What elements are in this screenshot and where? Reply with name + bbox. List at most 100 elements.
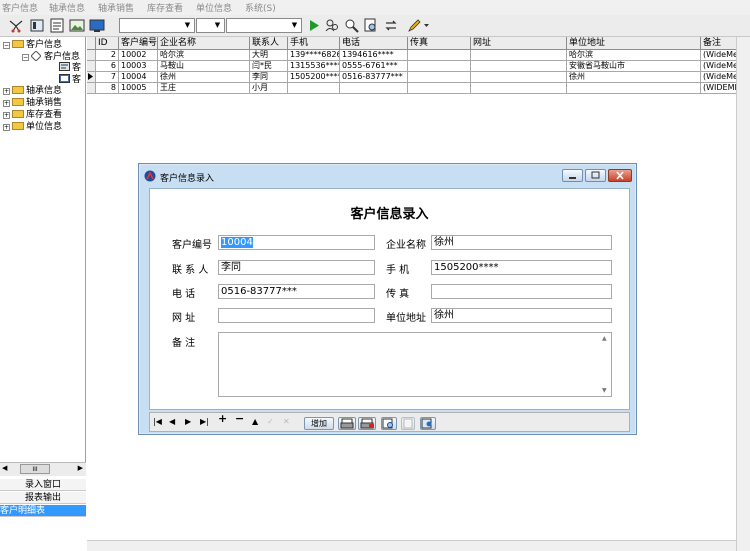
table-cell[interactable]: 1315536****	[288, 61, 340, 72]
mobile-input[interactable]: 1505200****	[431, 260, 612, 275]
tree-node-bearing[interactable]: + 轴承信息	[3, 86, 62, 96]
table-cell[interactable]	[408, 61, 471, 72]
cut-tool-icon[interactable]	[8, 18, 24, 33]
prev-record-icon[interactable]: ◀	[169, 417, 175, 427]
insert-record-icon[interactable]: +	[218, 413, 227, 424]
col-header-mobile[interactable]: 手机	[288, 37, 340, 50]
contact-input[interactable]: 李同	[218, 260, 375, 275]
table-cell[interactable]	[567, 83, 701, 94]
current-row-indicator[interactable]	[87, 72, 96, 83]
phone-input[interactable]: 0516-83777***	[218, 284, 375, 299]
table-cell[interactable]: 2	[96, 50, 119, 61]
menu-bearing[interactable]: 轴承信息	[49, 1, 85, 14]
memo-textarea[interactable]	[218, 332, 612, 397]
save-icon[interactable]	[49, 18, 65, 33]
table-cell[interactable]: 徐州	[567, 72, 701, 83]
col-header-web[interactable]: 网址	[471, 37, 567, 50]
table-cell[interactable]: 0516-83777***	[340, 72, 408, 83]
table-cell[interactable]	[288, 83, 340, 94]
table-cell[interactable]: 大明	[250, 50, 288, 61]
collapse-icon[interactable]: −	[3, 42, 10, 49]
next-record-icon[interactable]: ▶	[185, 417, 191, 427]
report-output-button[interactable]: 报表输出	[0, 492, 86, 504]
exit-button[interactable]	[420, 417, 436, 430]
image-icon[interactable]	[69, 18, 85, 33]
scroll-up-icon[interactable]: ▲	[602, 335, 607, 342]
preview-button[interactable]	[381, 417, 397, 430]
col-header-phone[interactable]: 电话	[340, 37, 408, 50]
row-indicator[interactable]	[87, 83, 96, 94]
address-input[interactable]: 徐州	[431, 308, 612, 323]
find-icon[interactable]	[344, 18, 360, 33]
col-header-address[interactable]: 单位地址	[567, 37, 701, 50]
table-cell[interactable]: 徐州	[158, 72, 250, 83]
tree-node-sales[interactable]: + 轴承销售	[3, 98, 62, 108]
expand-icon[interactable]: +	[3, 112, 10, 119]
table-cell[interactable]: 10005	[119, 83, 158, 94]
monitor-icon[interactable]	[89, 18, 105, 33]
table-cell[interactable]: 139****6826	[288, 50, 340, 61]
table-cell[interactable]: 小月	[250, 83, 288, 94]
table-cell[interactable]: 哈尔滨	[567, 50, 701, 61]
scroll-right-icon[interactable]: ▶	[78, 464, 83, 472]
fax-input[interactable]	[431, 284, 612, 299]
table-cell[interactable]	[471, 61, 567, 72]
menu-sales[interactable]: 轴承销售	[98, 1, 134, 14]
table-cell[interactable]: 10004	[119, 72, 158, 83]
minimize-button[interactable]	[562, 169, 583, 182]
table-cell[interactable]: 10002	[119, 50, 158, 61]
play-icon[interactable]	[306, 18, 322, 33]
preview-icon[interactable]	[363, 18, 379, 33]
delete-record-icon[interactable]: −	[235, 413, 244, 424]
edit-record-icon[interactable]: ▲	[252, 417, 258, 427]
menu-unit[interactable]: 单位信息	[196, 1, 232, 14]
website-input[interactable]	[218, 308, 375, 323]
restore-button[interactable]	[585, 169, 606, 182]
last-record-icon[interactable]: ▶|	[200, 417, 209, 427]
customer-detail-button[interactable]: 客户明细表	[0, 505, 86, 517]
table-cell[interactable]: 8	[96, 83, 119, 94]
close-button[interactable]	[608, 169, 632, 182]
table-cell[interactable]: 1394616****	[340, 50, 408, 61]
table-cell[interactable]: 王庄	[158, 83, 250, 94]
table-cell[interactable]: 1505200****	[288, 72, 340, 83]
print-button[interactable]	[338, 417, 356, 430]
toolbar-combo-1[interactable]: ▼	[119, 18, 195, 33]
menu-stock[interactable]: 库存查看	[147, 1, 183, 14]
pen-icon[interactable]	[407, 18, 431, 33]
table-cell[interactable]: 安徽省马鞍山市	[567, 61, 701, 72]
print-setup-button[interactable]	[358, 417, 376, 430]
table-cell[interactable]	[471, 72, 567, 83]
expand-icon[interactable]: +	[3, 124, 10, 131]
scroll-down-icon[interactable]: ▼	[602, 387, 607, 394]
refresh-icon[interactable]	[383, 18, 399, 33]
grid-vertical-scrollbar[interactable]	[736, 37, 750, 551]
table-cell[interactable]	[471, 83, 567, 94]
table-cell[interactable]: 0555-6761***	[340, 61, 408, 72]
tree-node-customer-sub[interactable]: − 客户信息	[22, 50, 80, 62]
table-cell[interactable]: 7	[96, 72, 119, 83]
first-record-icon[interactable]: |◀	[153, 417, 162, 427]
row-indicator[interactable]	[87, 61, 96, 72]
table-cell[interactable]: 马鞍山	[158, 61, 250, 72]
expand-icon[interactable]: +	[3, 88, 10, 95]
scroll-left-icon[interactable]: ◀	[2, 464, 7, 472]
menu-customer[interactable]: 客户信息	[2, 1, 38, 14]
company-input[interactable]: 徐州	[431, 235, 612, 250]
expand-icon[interactable]: +	[3, 100, 10, 107]
tree-node-leaf-1[interactable]: 客	[59, 62, 81, 73]
customer-code-input[interactable]: 10004	[218, 235, 375, 250]
tree-node-unit[interactable]: + 单位信息	[3, 122, 62, 132]
open-icon[interactable]	[29, 18, 45, 33]
col-header-fax[interactable]: 传真	[408, 37, 471, 50]
collapse-icon[interactable]: −	[22, 54, 29, 61]
table-cell[interactable]: 哈尔滨	[158, 50, 250, 61]
add-button[interactable]: 增加	[304, 417, 334, 430]
table-cell[interactable]: 李同	[250, 72, 288, 83]
grid-horizontal-scrollbar[interactable]	[87, 540, 736, 551]
col-header-code[interactable]: 客户编号	[119, 37, 158, 50]
table-cell[interactable]: 10003	[119, 61, 158, 72]
table-cell[interactable]	[340, 83, 408, 94]
table-cell[interactable]	[408, 83, 471, 94]
user-search-icon[interactable]	[324, 18, 340, 33]
